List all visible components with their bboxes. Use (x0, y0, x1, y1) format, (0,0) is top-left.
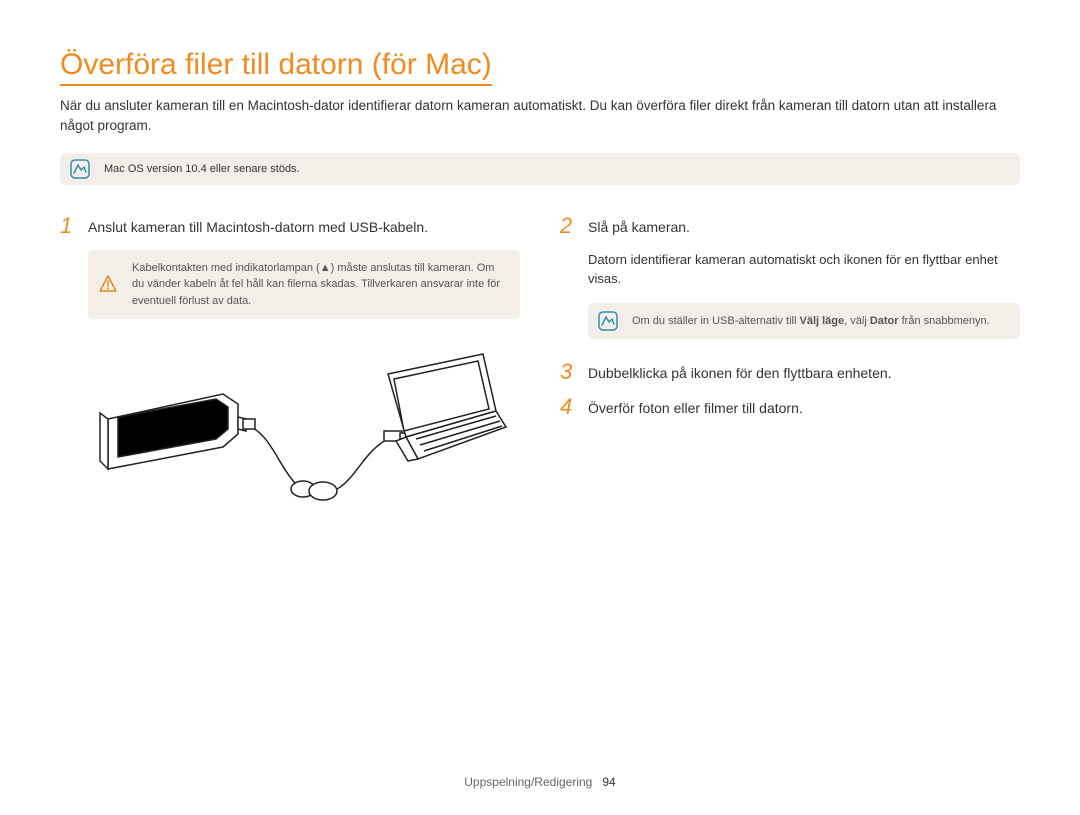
left-column: 1 Anslut kameran till Macintosh-datorn m… (60, 215, 520, 525)
document-page: Överföra filer till datorn (för Mac) När… (0, 0, 1080, 815)
step-2-description: Datorn identifierar kameran automatiskt … (588, 250, 1020, 289)
content-columns: 1 Anslut kameran till Macintosh-datorn m… (60, 215, 1020, 525)
warning-text: Kabelkontakten med indikatorlampan (▲) m… (132, 262, 500, 307)
step-text: Anslut kameran till Macintosh-datorn med… (88, 215, 428, 238)
tip-text: Om du ställer in USB-alternativ till Väl… (632, 315, 990, 327)
step-number: 1 (60, 215, 78, 237)
step-number: 3 (560, 361, 578, 383)
step-number: 4 (560, 396, 578, 418)
page-footer: Uppspelning/Redigering 94 (0, 775, 1080, 789)
cable-warning: Kabelkontakten med indikatorlampan (▲) m… (88, 250, 520, 320)
os-support-note: Mac OS version 10.4 eller senare stöds. (60, 153, 1020, 185)
step-2: 2 Slå på kameran. (560, 215, 1020, 238)
step-text: Överför foton eller filmer till datorn. (588, 396, 803, 419)
footer-page-number: 94 (602, 775, 615, 789)
step-1: 1 Anslut kameran till Macintosh-datorn m… (60, 215, 520, 238)
intro-paragraph: När du ansluter kameran till en Macintos… (60, 96, 1020, 137)
step-4: 4 Överför foton eller filmer till datorn… (560, 396, 1020, 419)
page-title: Överföra filer till datorn (för Mac) (60, 48, 492, 86)
footer-section: Uppspelning/Redigering (464, 775, 592, 789)
usb-mode-tip: Om du ställer in USB-alternativ till Väl… (588, 303, 1020, 340)
step-3: 3 Dubbelklicka på ikonen för den flyttba… (560, 361, 1020, 384)
step-text: Slå på kameran. (588, 215, 690, 238)
connection-illustration (88, 339, 520, 524)
right-column: 2 Slå på kameran. Datorn identifierar ka… (560, 215, 1020, 525)
note-icon (70, 159, 90, 179)
note-icon (598, 311, 618, 331)
os-support-text: Mac OS version 10.4 eller senare stöds. (104, 163, 300, 175)
step-number: 2 (560, 215, 578, 237)
step-text: Dubbelklicka på ikonen för den flyttbara… (588, 361, 892, 384)
warning-icon (98, 274, 118, 294)
